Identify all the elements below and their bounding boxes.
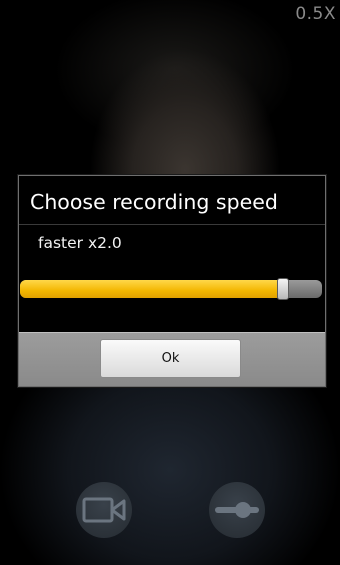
speed-slider[interactable] (20, 278, 322, 300)
speed-settings-button[interactable] (209, 482, 265, 538)
dialog-button-bar: Ok (19, 332, 325, 386)
slider-thumb[interactable] (277, 278, 289, 300)
video-camera-icon (82, 497, 126, 523)
slider-fill (20, 280, 283, 298)
video-mode-button[interactable] (76, 482, 132, 538)
ok-button[interactable]: Ok (100, 339, 241, 378)
speed-value-label: faster x2.0 (38, 234, 122, 252)
slider-icon (215, 502, 259, 518)
dialog-title: Choose recording speed (30, 190, 278, 214)
recording-speed-dialog: Choose recording speed faster x2.0 Ok (18, 175, 326, 387)
camera-viewfinder: 0.5X Choose recording speed faster x2.0 … (0, 0, 340, 565)
title-divider (19, 224, 325, 225)
zoom-level-label: 0.5X (295, 4, 336, 24)
